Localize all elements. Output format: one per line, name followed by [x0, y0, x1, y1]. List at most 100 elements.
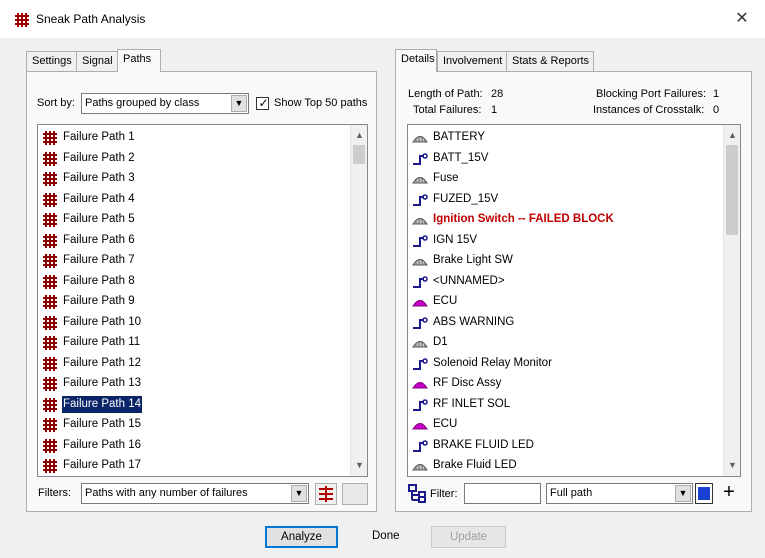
done-button[interactable]: Done	[372, 530, 400, 542]
path-node-label: RF INLET SOL	[433, 397, 511, 410]
total-failures-value: 1	[491, 104, 498, 116]
failure-path-label: Failure Path 1	[63, 131, 135, 143]
details-scrollbar[interactable]: ▲ ▼	[723, 125, 740, 476]
failure-path-icon	[43, 172, 57, 186]
path-node-label: BATT_15V	[433, 151, 489, 164]
path-node-label: ABS WARNING	[433, 315, 515, 328]
add-icon[interactable]: +	[718, 481, 740, 503]
show-top-checkbox[interactable]: ✓	[256, 96, 269, 110]
failure-path-icon	[43, 336, 57, 350]
tree-view-icon[interactable]	[407, 483, 427, 503]
failure-path-icon	[43, 192, 57, 207]
window-title: Sneak Path Analysis	[36, 12, 146, 26]
scroll-up-icon[interactable]: ▲	[351, 127, 367, 144]
filter-input[interactable]	[464, 483, 541, 504]
path-node-label: FUZED_15V	[433, 192, 499, 205]
tab-settings[interactable]: Settings	[26, 51, 77, 71]
failure-path-label: Failure Path 3	[63, 172, 135, 184]
chevron-down-icon[interactable]: ▼	[231, 95, 247, 112]
crosstalk-value: 0	[713, 104, 720, 116]
component-icon	[412, 177, 428, 184]
scroll-up-icon[interactable]: ▲	[724, 127, 740, 144]
filter-settings-icon[interactable]	[315, 483, 337, 505]
sort-by-dropdown[interactable]: Paths grouped by class ▼	[81, 93, 249, 114]
tab-details[interactable]: Details	[395, 49, 437, 72]
path-node-label: ECU	[433, 418, 458, 430]
component-icon	[412, 341, 428, 348]
signal-wire-icon	[413, 234, 428, 247]
right-tab-strip: Details Involvement Stats & Reports	[395, 49, 740, 72]
failure-path-label: Failure Path 16	[63, 438, 141, 451]
failure-path-icon	[43, 131, 57, 145]
path-node-label: Fuse	[433, 172, 459, 184]
chevron-down-icon[interactable]: ▼	[291, 485, 307, 502]
length-of-path-label: Length of Path:	[408, 88, 483, 100]
failure-path-label: Failure Path 5	[63, 213, 135, 225]
failure-path-label: Failure Path 8	[63, 274, 135, 287]
filters-value: Paths with any number of failures	[85, 487, 248, 499]
signal-wire-icon	[413, 275, 428, 288]
signal-wire-icon	[413, 152, 428, 165]
path-node-label: RF Disc Assy	[433, 377, 502, 389]
sneak-path-dialog: Sneak Path Analysis ✕ Settings Signal Pa…	[0, 0, 765, 558]
tab-paths[interactable]: Paths	[117, 49, 161, 72]
failure-path-label: Failure Path 2	[63, 151, 135, 164]
update-button: Update	[431, 526, 506, 548]
component-icon	[412, 300, 428, 307]
failure-path-label: Failure Path 15	[63, 418, 141, 430]
path-node-label: Solenoid Relay Monitor	[433, 356, 552, 369]
path-node-label: BRAKE FLUID LED	[433, 438, 534, 451]
filter-mode-value: Full path	[550, 487, 593, 499]
path-node-label: IGN 15V	[433, 233, 478, 246]
left-tab-strip: Settings Signal Paths	[26, 49, 376, 72]
signal-wire-icon	[413, 398, 428, 411]
sort-by-value: Paths grouped by class	[85, 97, 200, 109]
color-picker-button[interactable]	[695, 483, 713, 504]
filter-mode-dropdown[interactable]: Full path ▼	[546, 483, 693, 504]
tab-involvement[interactable]: Involvement	[437, 51, 507, 71]
failure-path-icon	[43, 418, 57, 432]
tab-signal[interactable]: Signal	[76, 51, 118, 71]
failure-path-label: Failure Path 17	[63, 459, 141, 471]
blocking-failures-value: 1	[713, 88, 720, 100]
filters-dropdown[interactable]: Paths with any number of failures ▼	[81, 483, 309, 504]
scrollbar-thumb[interactable]	[353, 145, 365, 164]
paths-list[interactable]: Failure Path 1 Failure Path 2 Failure Path…	[37, 124, 368, 477]
path-details-list[interactable]: BATTERY BATT_15V Fuse FUZED_15V Ignition Swi…	[407, 124, 741, 477]
failure-path-label: Failure Path 13	[63, 377, 141, 389]
failure-path-label: Failure Path 9	[63, 295, 135, 307]
signal-wire-icon	[413, 439, 428, 452]
tab-stats-reports[interactable]: Stats & Reports	[506, 51, 594, 71]
sort-by-label: Sort by:	[37, 97, 75, 109]
path-node-label: Ignition Switch -- FAILED BLOCK	[433, 213, 614, 225]
path-node-label: <UNNAMED>	[433, 274, 505, 287]
component-icon	[412, 218, 428, 225]
failure-path-label: Failure Path 7	[63, 254, 135, 266]
path-node-label: Brake Fluid LED	[433, 459, 517, 471]
signal-wire-icon	[413, 316, 428, 329]
failure-path-label: Failure Path 10	[63, 315, 141, 328]
scroll-down-icon[interactable]: ▼	[351, 457, 367, 474]
close-button[interactable]: ✕	[719, 0, 765, 38]
failure-path-icon	[43, 315, 57, 330]
failure-path-label: Failure Path 12	[63, 356, 141, 369]
filter-count-box	[342, 483, 368, 505]
scroll-down-icon[interactable]: ▼	[724, 457, 740, 474]
paths-scrollbar[interactable]: ▲ ▼	[350, 125, 367, 476]
failure-path-icon	[43, 438, 57, 453]
path-node-label: BATTERY	[433, 131, 485, 143]
path-node-label: D1	[433, 336, 448, 348]
component-icon	[412, 423, 428, 430]
component-icon	[412, 136, 428, 143]
failure-path-icon	[43, 397, 57, 412]
scrollbar-thumb[interactable]	[726, 145, 738, 235]
filter-label: Filter:	[430, 488, 458, 500]
component-icon	[412, 382, 428, 389]
analyze-button[interactable]: Analyze	[265, 526, 338, 548]
failure-path-icon	[43, 295, 57, 309]
component-icon	[412, 464, 428, 471]
failure-path-icon	[43, 377, 57, 391]
chevron-down-icon[interactable]: ▼	[675, 485, 691, 502]
failure-path-icon	[43, 213, 57, 227]
crosstalk-label: Instances of Crosstalk:	[593, 104, 705, 116]
